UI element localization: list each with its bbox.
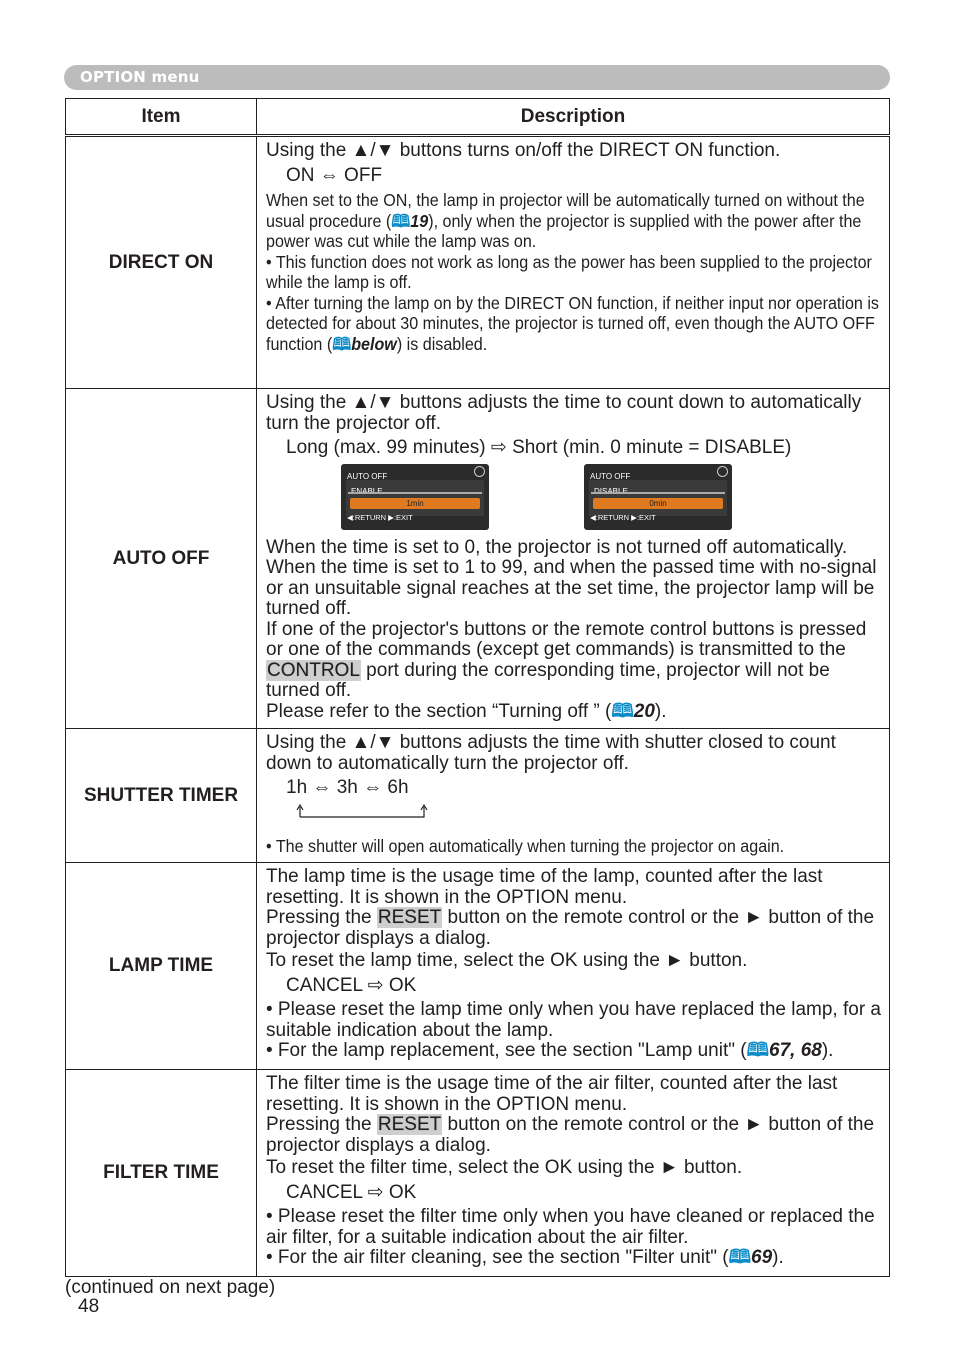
item-label: AUTO OFF bbox=[65, 388, 257, 729]
desc-text: The filter time is the usage time of the… bbox=[266, 1073, 838, 1115]
osd-divider bbox=[591, 491, 725, 494]
text-part: • For the air filter cleaning, see the s… bbox=[266, 1247, 729, 1268]
item-label: FILTER TIME bbox=[65, 1069, 257, 1277]
book-icon: 🕮 bbox=[746, 1040, 770, 1061]
option-menu-table: Item Description DIRECT ON Using the ▲/▼… bbox=[65, 98, 890, 1277]
book-icon: 🕮 bbox=[728, 1247, 752, 1268]
osd-screen-disable: AUTO OFF DISABLE 0min ◀:RETURN ▶:EXIT bbox=[584, 463, 732, 530]
page-number: 48 bbox=[78, 1296, 100, 1317]
text-part: Please refer to the section “Turning off… bbox=[266, 700, 612, 722]
book-icon: 🕮 bbox=[611, 700, 634, 722]
note-text: • For the air filter cleaning, see the s… bbox=[266, 1247, 883, 1269]
note-text: • Please reset the lamp time only when y… bbox=[266, 999, 881, 1041]
desc-text: Using the ▲/▼ buttons adjusts the time w… bbox=[266, 732, 836, 774]
options-text: CANCEL ⇨ OK bbox=[286, 974, 417, 996]
desc-text: When the time is set to 0, the projector… bbox=[266, 536, 877, 619]
desc-text: The lamp time is the usage time of the l… bbox=[266, 866, 823, 908]
note-text: • Please reset the filter time only when… bbox=[266, 1206, 875, 1248]
osd-menu-icon bbox=[474, 465, 485, 477]
control-port-label: CONTROL bbox=[266, 659, 361, 681]
note-text: • For the lamp replacement, see the sect… bbox=[266, 1040, 883, 1062]
text-part: If one of the projector's buttons or the… bbox=[266, 618, 867, 660]
header-item: Item bbox=[65, 98, 257, 137]
description-cell: The lamp time is the usage time of the l… bbox=[256, 862, 890, 1070]
page-ref-link[interactable]: 20 bbox=[634, 701, 655, 722]
description-cell: Using the ▲/▼ buttons adjusts the time w… bbox=[256, 728, 890, 863]
desc-text: Please refer to the section “Turning off… bbox=[266, 700, 883, 723]
desc-text: To reset the lamp time, select the OK us… bbox=[266, 950, 748, 971]
reset-button-label: RESET bbox=[376, 907, 443, 928]
text-part: Pressing the bbox=[266, 907, 377, 928]
osd-screen-enable: AUTO OFF ENABLE 1min ◀:RETURN ▶:EXIT bbox=[341, 463, 489, 530]
page-ref-link[interactable]: 69 bbox=[751, 1247, 772, 1268]
osd-screenshots: AUTO OFF ENABLE 1min ◀:RETURN ▶:EXIT AUT… bbox=[266, 463, 883, 530]
table-row-lamp-time: LAMP TIME The lamp time is the usage tim… bbox=[65, 862, 890, 1070]
osd-menu-icon bbox=[717, 465, 728, 477]
text-part: ). bbox=[821, 1040, 834, 1061]
page-ref-link[interactable]: 67, 68 bbox=[769, 1040, 822, 1061]
text-part: ). bbox=[772, 1247, 784, 1268]
desc-text: If one of the projector's buttons or the… bbox=[266, 618, 883, 702]
reset-button-label: RESET bbox=[376, 1114, 443, 1135]
note-part: ) is disabled. bbox=[396, 333, 488, 354]
desc-text: Using the ▲/▼ buttons adjusts the time t… bbox=[266, 392, 862, 434]
desc-text: To reset the filter time, select the OK … bbox=[266, 1157, 743, 1178]
note-text: • The shutter will open automatically wh… bbox=[266, 836, 785, 856]
header-description: Description bbox=[256, 98, 890, 137]
table-row-shutter-timer: SHUTTER TIMER Using the ▲/▼ buttons adju… bbox=[65, 728, 890, 863]
osd-value: 0min bbox=[593, 497, 723, 509]
loop-arrow-icon bbox=[296, 803, 428, 818]
description-cell: Using the ▲/▼ buttons adjusts the time t… bbox=[256, 388, 890, 729]
section-title: OPTION menu bbox=[80, 68, 200, 86]
options-text: ON ⇔ OFF bbox=[286, 164, 383, 186]
table-row-auto-off: AUTO OFF Using the ▲/▼ buttons adjusts t… bbox=[65, 388, 890, 729]
book-icon: 🕮 bbox=[391, 210, 411, 231]
osd-divider bbox=[348, 491, 482, 494]
osd-footer: ◀:RETURN ▶:EXIT bbox=[347, 513, 413, 522]
options-text: CANCEL ⇨ OK bbox=[286, 1181, 417, 1203]
desc-text: Pressing the RESET button on the remote … bbox=[266, 1114, 883, 1156]
item-label: DIRECT ON bbox=[65, 135, 257, 389]
note-text: • This function does not work as long as… bbox=[266, 251, 872, 293]
section-header-bar: OPTION menu bbox=[64, 65, 890, 90]
osd-value: 1min bbox=[350, 497, 480, 509]
note-text: • After turning the lamp on by the DIREC… bbox=[266, 293, 879, 355]
description-cell: Using the ▲/▼ buttons turns on/off the D… bbox=[256, 135, 890, 389]
page-ref-link[interactable]: 19 bbox=[410, 211, 428, 231]
book-icon: 🕮 bbox=[332, 333, 352, 354]
text-part: Pressing the bbox=[266, 1114, 377, 1135]
text-part: ). bbox=[654, 700, 667, 722]
item-label: LAMP TIME bbox=[65, 862, 257, 1070]
options-text: Long (max. 99 minutes) ⇨ Short (min. 0 m… bbox=[286, 437, 792, 458]
description-cell: The filter time is the usage time of the… bbox=[256, 1069, 890, 1277]
text-part: • For the lamp replacement, see the sect… bbox=[266, 1040, 747, 1061]
table-header-row: Item Description bbox=[65, 98, 890, 137]
table-row-filter-time: FILTER TIME The filter time is the usage… bbox=[65, 1069, 890, 1277]
desc-text: Using the ▲/▼ buttons turns on/off the D… bbox=[266, 140, 781, 161]
item-label: SHUTTER TIMER bbox=[65, 728, 257, 863]
note-text: When set to the ON, the lamp in projecto… bbox=[266, 190, 879, 252]
options-text: 1h ⇔ 3h ⇔ 6h bbox=[286, 777, 409, 798]
osd-footer: ◀:RETURN ▶:EXIT bbox=[590, 513, 656, 522]
page-ref-link[interactable]: below bbox=[351, 334, 397, 354]
table-row-direct-on: DIRECT ON Using the ▲/▼ buttons turns on… bbox=[65, 135, 890, 389]
desc-text: Pressing the RESET button on the remote … bbox=[266, 907, 883, 949]
